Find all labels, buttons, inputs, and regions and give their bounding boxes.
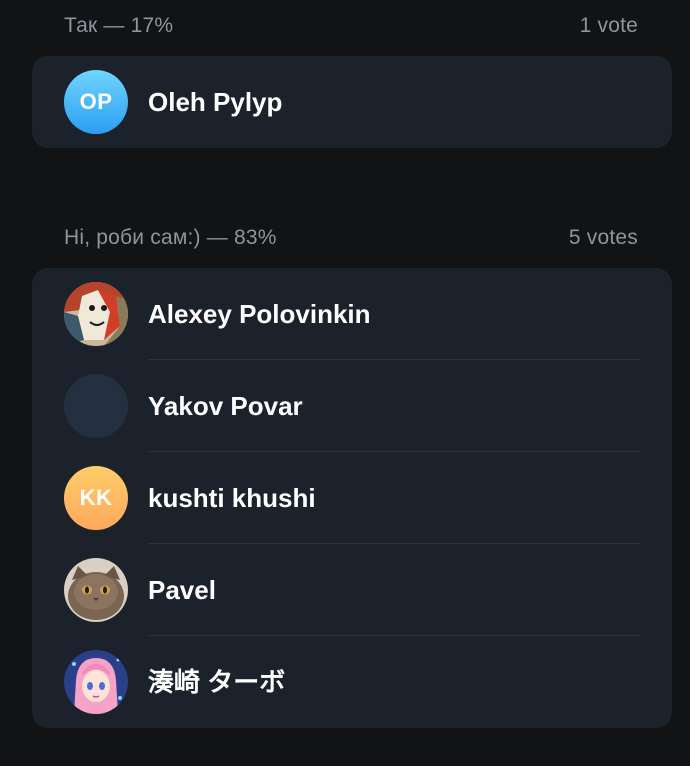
voter-name: kushti khushi [148,483,316,513]
poll-option-section: Так — 17% 1 vote OP Oleh Pylyp [0,0,690,148]
poll-option-section: Ні, роби сам:) — 83% 5 votes Alexey Polo… [0,212,690,728]
poll-option-label: Так — 17% [64,14,174,37]
voter-row[interactable]: 湊崎 ターボ [32,636,672,728]
poll-option-header: Ні, роби сам:) — 83% 5 votes [64,212,638,268]
avatar [64,282,128,346]
voters-list: Alexey Polovinkin Yakov Povar KK kushti … [32,268,672,728]
poll-option-header: Так — 17% 1 vote [64,0,638,56]
avatar [64,650,128,714]
avatar [64,374,128,438]
poll-option-vote-count: 5 votes [568,226,638,249]
poll-option-vote-count: 1 vote [579,14,638,37]
avatar-anime-image [64,650,128,714]
avatar: KK [64,466,128,530]
voter-row[interactable]: KK kushti khushi [32,452,672,544]
avatar-cat-image [64,558,128,622]
avatar: OP [64,70,128,134]
poll-option-label: Ні, роби сам:) — 83% [64,226,277,249]
voter-row[interactable]: OP Oleh Pylyp [32,56,672,148]
voter-row[interactable]: Yakov Povar [32,360,672,452]
voter-name: Alexey Polovinkin [148,299,371,329]
voter-row[interactable]: Pavel [32,544,672,636]
voter-row[interactable]: Alexey Polovinkin [32,268,672,360]
voter-name: Yakov Povar [148,391,303,421]
poll-results-page: Так — 17% 1 vote OP Oleh Pylyp Ні, роби … [0,0,690,766]
avatar-art-image [64,282,128,346]
avatar [64,558,128,622]
voter-name: 湊崎 ターボ [148,667,286,697]
voters-list: OP Oleh Pylyp [32,56,672,148]
voter-name: Oleh Pylyp [148,87,283,117]
voter-name: Pavel [148,575,216,605]
